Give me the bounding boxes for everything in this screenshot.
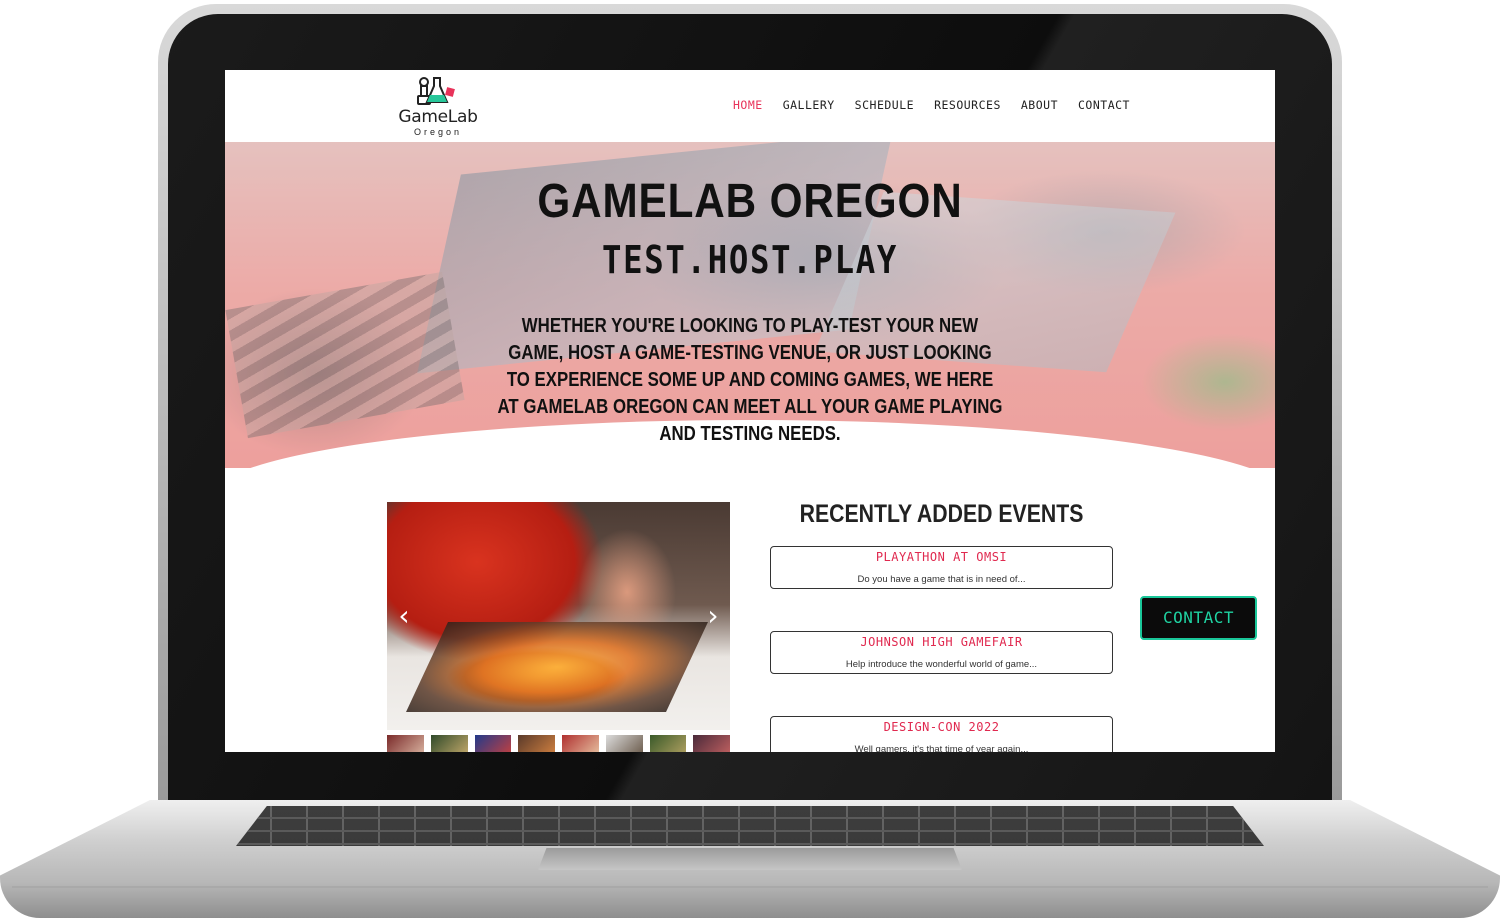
event-excerpt: Do you have a game that is in need of... [857, 574, 1026, 585]
flask-chess-logo-icon [417, 77, 455, 105]
main-nav: HOME GALLERY SCHEDULE RESOURCES ABOUT CO… [733, 98, 1150, 112]
hero-tagline: TEST.HOST.PLAY [601, 238, 899, 282]
event-name[interactable]: JOHNSON HIGH GAMEFAIR [771, 635, 1112, 649]
event-excerpt: Help introduce the wonderful world of ga… [845, 659, 1038, 670]
events-heading: RECENTLY ADDED EVENTS [799, 500, 1084, 528]
hero-section: GAMELAB OREGON TEST.HOST.PLAY Whether yo… [225, 142, 1275, 468]
laptop-trackpad [538, 848, 962, 870]
event-name[interactable]: PLAYATHON AT OMSI [771, 550, 1112, 564]
logo-name: GameLab [398, 107, 478, 127]
event-name[interactable]: DESIGN-CON 2022 [771, 720, 1112, 734]
website-screen: GameLab Oregon HOME GALLERY SCHEDULE RES… [225, 70, 1275, 752]
slider-image-board [406, 622, 708, 712]
laptop-keyboard-rows [236, 806, 1264, 846]
thumbnail[interactable] [518, 735, 555, 752]
event-card[interactable]: JOHNSON HIGH GAMEFAIR Help introduce the… [770, 631, 1113, 674]
thumbnail[interactable] [693, 735, 730, 752]
event-card[interactable]: PLAYATHON AT OMSI Do you have a game tha… [770, 546, 1113, 589]
hero-description: Whether you're looking to play-test your… [497, 314, 1003, 445]
slider-thumbnails [387, 735, 730, 752]
thumbnail[interactable] [430, 735, 468, 752]
thumbnail[interactable] [562, 735, 599, 752]
event-excerpt: Well gamers, it's that time of year agai… [854, 744, 1029, 752]
event-card[interactable]: DESIGN-CON 2022 Well gamers, it's that t… [770, 716, 1113, 752]
thumbnail[interactable] [605, 735, 643, 752]
image-slider[interactable]: ‹ › [387, 502, 730, 730]
laptop-edge [12, 886, 1488, 888]
contact-button[interactable]: CONTACT [1140, 596, 1257, 640]
nav-about[interactable]: ABOUT [1021, 98, 1058, 112]
nav-contact[interactable]: CONTACT [1078, 98, 1130, 112]
site-logo[interactable]: GameLab Oregon [393, 74, 483, 138]
thumbnail[interactable] [474, 735, 512, 752]
logo-subtitle: Oregon [413, 127, 463, 137]
slider-prev-arrow-icon[interactable]: ‹ [393, 602, 415, 630]
slider-next-arrow-icon[interactable]: › [702, 602, 724, 630]
thumbnail[interactable] [387, 735, 424, 752]
nav-home[interactable]: HOME [733, 98, 763, 112]
nav-schedule[interactable]: SCHEDULE [855, 98, 914, 112]
nav-gallery[interactable]: GALLERY [783, 98, 835, 112]
hero-title: GAMELAB OREGON [537, 175, 963, 228]
site-header: GameLab Oregon HOME GALLERY SCHEDULE RES… [225, 70, 1275, 142]
thumbnail[interactable] [649, 735, 687, 752]
nav-resources[interactable]: RESOURCES [934, 98, 1001, 112]
